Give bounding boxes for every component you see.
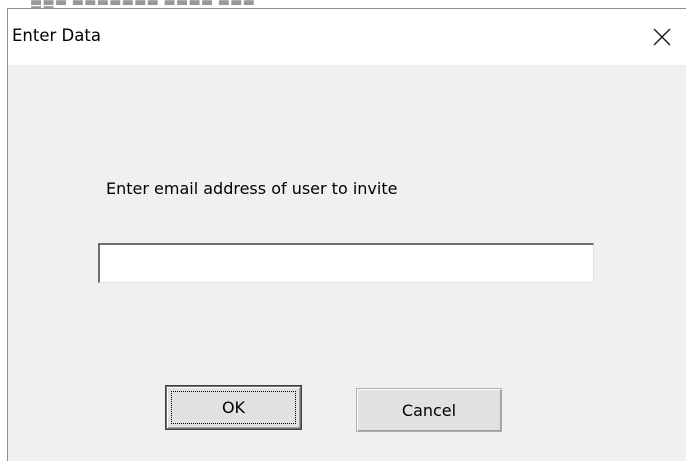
- background-window-text: ▬▬▬ ▬▬▬▬▬▬▬ ▬▬▬▬ ▬▬▬ ▬▬: [30, 0, 256, 8]
- enter-data-dialog: Enter Data Enter email address of user t…: [7, 8, 686, 461]
- ok-button-label: OK: [221, 398, 246, 417]
- ok-button[interactable]: OK: [166, 386, 301, 429]
- email-prompt-label: Enter email address of user to invite: [106, 179, 398, 198]
- window-title: Enter Data: [12, 26, 101, 45]
- close-button[interactable]: [644, 19, 680, 55]
- email-input[interactable]: [98, 243, 594, 283]
- dialog-body: Enter email address of user to invite OK…: [8, 65, 686, 461]
- cancel-button[interactable]: Cancel: [356, 388, 502, 432]
- close-icon: [652, 27, 672, 47]
- title-bar[interactable]: Enter Data: [8, 9, 686, 65]
- cancel-button-label: Cancel: [401, 400, 457, 420]
